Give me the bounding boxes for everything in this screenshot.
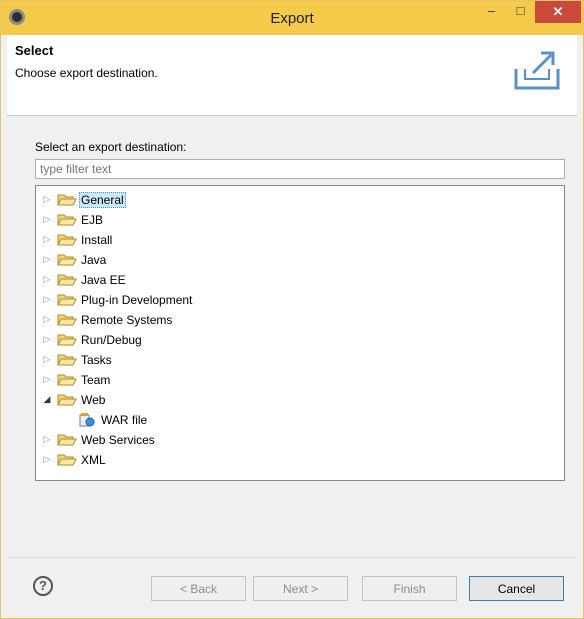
folder-open-icon <box>57 454 77 466</box>
filter-input[interactable] <box>35 159 565 179</box>
tree-item-label: Install <box>81 233 113 247</box>
export-dialog: Export – □ ✕ Select Choose export destin… <box>0 0 584 619</box>
folder-open-icon <box>57 434 77 446</box>
triangle-right-icon[interactable]: ▷ <box>42 433 52 445</box>
tree-item-label: Team <box>81 373 111 387</box>
tree-item[interactable]: ▷ Java <box>36 250 564 270</box>
triangle-right-icon[interactable]: ▷ <box>42 233 52 245</box>
next-button[interactable]: Next > <box>253 576 348 601</box>
tree-item[interactable]: ▷ General <box>36 190 564 210</box>
triangle-right-icon[interactable]: ▷ <box>42 213 52 225</box>
export-icon <box>514 51 560 90</box>
tree-child-label: WAR file <box>101 413 148 427</box>
finish-button[interactable]: Finish <box>362 576 457 601</box>
tree-item[interactable]: ▷ Java EE <box>36 270 564 290</box>
tree-item-label: Web Services <box>81 433 155 447</box>
close-button[interactable]: ✕ <box>535 1 581 23</box>
tree-item-label: EJB <box>81 213 104 227</box>
war-file-icon <box>79 413 95 427</box>
tree-item[interactable]: ▷ Install <box>36 230 564 250</box>
destination-label: Select an export destination: <box>35 140 187 154</box>
tree-item[interactable]: ▷ Remote Systems <box>36 310 564 330</box>
folder-open-icon <box>57 234 77 246</box>
folder-open-icon <box>57 374 77 386</box>
folder-open-icon <box>57 334 77 346</box>
back-button[interactable]: < Back <box>151 576 246 601</box>
triangle-right-icon[interactable]: ▷ <box>42 273 52 285</box>
tree-item[interactable]: ▷ EJB <box>36 210 564 230</box>
tree-item-label: Remote Systems <box>81 313 173 327</box>
title-bar[interactable]: Export – □ ✕ <box>1 1 583 35</box>
tree-item[interactable]: ▷ Tasks <box>36 350 564 370</box>
triangle-right-icon[interactable]: ▷ <box>42 353 52 365</box>
wizard-header: Select Choose export destination. <box>7 35 577 116</box>
tree-item[interactable]: ▷ Plug-in Development <box>36 290 564 310</box>
page-title: Select <box>15 43 54 58</box>
tree-item-label: Web <box>81 393 106 407</box>
folder-open-icon <box>57 314 77 326</box>
help-icon[interactable]: ? <box>33 576 53 596</box>
tree-item[interactable]: ◢ Web <box>36 390 564 410</box>
button-bar: ? < Back Next > Finish Cancel <box>7 557 577 614</box>
tree-item[interactable]: ▷ Run/Debug <box>36 330 564 350</box>
tree-item[interactable]: ▷ XML <box>36 450 564 470</box>
folder-open-icon <box>57 194 77 206</box>
tree-item-label: Run/Debug <box>81 333 142 347</box>
folder-open-icon <box>57 354 77 366</box>
maximize-button[interactable]: □ <box>506 1 535 23</box>
triangle-right-icon[interactable]: ▷ <box>42 293 52 305</box>
triangle-right-icon[interactable]: ▷ <box>42 193 52 205</box>
folder-open-icon <box>57 294 77 306</box>
folder-open-icon <box>57 214 77 226</box>
tree-item-label: Plug-in Development <box>81 293 193 307</box>
tree-item-label: Tasks <box>81 353 112 367</box>
triangle-right-icon[interactable]: ▷ <box>42 333 52 345</box>
triangle-right-icon[interactable]: ▷ <box>42 373 52 385</box>
triangle-right-icon[interactable]: ▷ <box>42 453 52 465</box>
tree-item-label: XML <box>81 453 106 467</box>
triangle-right-icon[interactable]: ▷ <box>42 253 52 265</box>
page-subtitle: Choose export destination. <box>15 66 158 80</box>
triangle-down-icon[interactable]: ◢ <box>42 393 52 405</box>
tree-item-label: Java <box>81 253 107 267</box>
tree-item-label: Java EE <box>81 273 126 287</box>
triangle-right-icon[interactable]: ▷ <box>42 313 52 325</box>
tree-item-label: General <box>79 192 126 208</box>
folder-open-icon <box>57 274 77 286</box>
destination-tree[interactable]: ▷ General ▷ EJB ▷ Install ▷ Java ▷ Java EE ▷ Plug-i… <box>35 185 565 481</box>
wizard-body: Select an export destination: ▷ General ▷ E… <box>7 116 577 556</box>
tree-item[interactable]: ▷ Team <box>36 370 564 390</box>
tree-child-item[interactable]: WAR file <box>36 410 564 430</box>
folder-open-icon <box>57 394 77 406</box>
folder-open-icon <box>57 254 77 266</box>
tree-item[interactable]: ▷ Web Services <box>36 430 564 450</box>
cancel-button[interactable]: Cancel <box>469 576 564 601</box>
minimize-button[interactable]: – <box>477 1 506 23</box>
